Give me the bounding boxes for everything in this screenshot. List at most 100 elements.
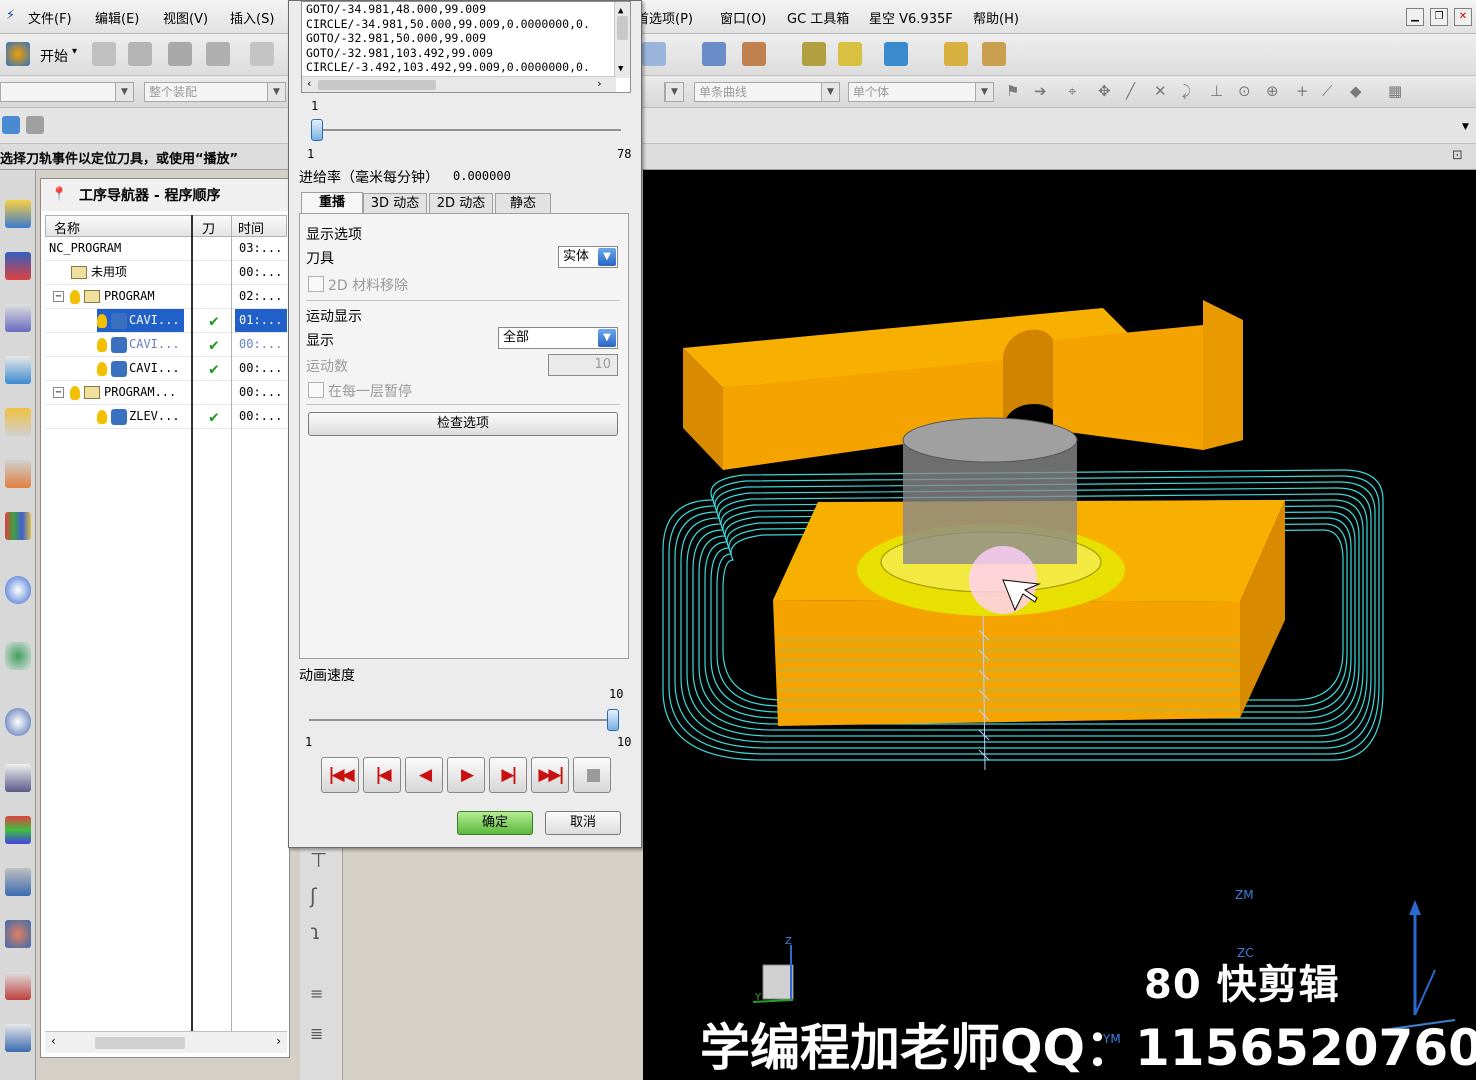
cl-vscrollbar[interactable]: ▲ ▼ — [614, 2, 630, 78]
stop-button[interactable]: ■ — [573, 757, 611, 793]
tool-axis-icon[interactable]: ⊤ — [310, 848, 327, 872]
constraint-navigator-icon[interactable] — [5, 252, 31, 280]
cl-source-list[interactable]: GOTO/-34.981,48.000,99.009 CIRCLE/-34.98… — [301, 1, 631, 93]
pause-each-layer-checkbox[interactable] — [308, 382, 324, 398]
speed-slider-thumb[interactable] — [607, 709, 619, 731]
fast-forward-button[interactable]: ▶▶| — [531, 757, 569, 793]
layer-list-icon[interactable]: ≡ — [310, 984, 323, 1003]
process-studio-icon[interactable] — [5, 816, 31, 844]
nav-row-unused[interactable]: 未用项 00:... — [45, 261, 287, 285]
app-menu-icon[interactable]: ⚡ — [6, 8, 15, 23]
scroll-right-icon[interactable]: › — [596, 77, 603, 92]
motion-count-field[interactable]: 10 — [548, 354, 618, 376]
nav-row-cavity-2[interactable]: CAVI... ✔ 00:... — [45, 333, 287, 357]
layer-icon[interactable] — [26, 116, 44, 134]
new-file-icon[interactable] — [92, 42, 116, 66]
navigator-icon[interactable] — [702, 42, 726, 66]
operation-navigator-icon[interactable] — [5, 356, 31, 384]
replay-path-icon[interactable] — [838, 42, 862, 66]
tool-display-dropdown[interactable]: 实体 ▼ — [558, 246, 618, 268]
save-icon[interactable] — [168, 42, 192, 66]
reuse-library-icon[interactable] — [5, 512, 31, 540]
collapse-icon[interactable]: − — [53, 387, 64, 398]
menu-xingkong[interactable]: 星空 V6.935F — [869, 8, 953, 27]
view-cube[interactable] — [762, 964, 794, 1000]
verify-path-icon[interactable] — [884, 42, 908, 66]
cl-hscrollbar[interactable]: ‹ › — [302, 76, 616, 92]
speed-slider-track[interactable] — [309, 719, 619, 721]
event-slider-thumb[interactable] — [311, 119, 323, 141]
scroll-right-icon[interactable]: › — [276, 1034, 281, 1048]
motion-display-dropdown[interactable]: 全部 ▼ — [498, 327, 618, 349]
roles-icon[interactable] — [5, 920, 31, 948]
menu-gc-toolbox[interactable]: GC 工具箱 — [787, 8, 849, 27]
arc-icon[interactable]: ɿ — [310, 920, 321, 944]
sheet-metal-icon[interactable] — [5, 1024, 31, 1052]
snap-quadrant-icon[interactable]: ⊕ — [1266, 82, 1279, 100]
column-tool[interactable]: 刀 — [202, 218, 215, 237]
column-name[interactable]: 名称 — [54, 218, 80, 237]
start-icon[interactable] — [6, 42, 30, 66]
wcs-icon[interactable] — [742, 42, 766, 66]
graphics-window[interactable]: ZM ZC YM Z Y — [643, 170, 1476, 1080]
menu-help[interactable]: 帮助(H) — [973, 8, 1019, 27]
cube-icon[interactable] — [2, 116, 20, 134]
snap-endpoint-icon[interactable]: ⌖ — [1068, 82, 1076, 100]
arrow-right-icon[interactable]: ➔ — [1034, 82, 1047, 100]
measure-icon[interactable] — [944, 42, 968, 66]
cl-line[interactable]: CIRCLE/-3.492,103.492,99.009,0.0000000,0… — [306, 60, 630, 75]
minimize-button[interactable]: ▁ — [1406, 8, 1424, 26]
scroll-left-icon[interactable]: ‹ — [51, 1034, 56, 1048]
tab-2d-dynamic[interactable]: 2D 动态 — [429, 193, 493, 214]
tab-3d-dynamic[interactable]: 3D 动态 — [363, 193, 427, 214]
event-slider-track[interactable] — [311, 129, 621, 131]
snap-face-icon[interactable]: ◆ — [1350, 82, 1362, 100]
snap-perpendicular-icon[interactable]: ⊥ — [1210, 82, 1223, 100]
collapse-icon[interactable]: − — [53, 291, 64, 302]
menu-window[interactable]: 窗口(O) — [720, 8, 766, 27]
type-filter-dropdown[interactable]: ▼ — [0, 82, 134, 102]
manufacturing-wizards-icon[interactable] — [5, 868, 31, 896]
system-materials-icon[interactable] — [5, 764, 31, 792]
web-browser-icon[interactable] — [5, 642, 31, 670]
snap-point-icon[interactable]: + — [1296, 82, 1309, 100]
menu-view[interactable]: 视图(V) — [163, 8, 208, 27]
hd3d-tools-icon[interactable] — [5, 576, 31, 604]
snap-midpoint-icon[interactable]: ✥ — [1098, 82, 1111, 100]
assembly-filter-dropdown[interactable]: 整个装配 ▼ — [144, 82, 286, 102]
analysis-icon[interactable] — [982, 42, 1006, 66]
cancel-button[interactable]: 取消 — [545, 811, 621, 835]
snap-on-curve-icon[interactable]: ⟋ — [1322, 82, 1333, 100]
print-icon[interactable] — [206, 42, 230, 66]
nav-row-zlevel[interactable]: ZLEV... ✔ 00:... — [45, 405, 287, 429]
pin-icon[interactable]: 📍 — [51, 187, 67, 202]
toolbar-overflow-icon[interactable]: ▼ — [1462, 122, 1469, 132]
ok-button[interactable]: 确定 — [457, 811, 533, 835]
nav-row-program-2[interactable]: − PROGRAM... 00:... — [45, 381, 287, 405]
grid-icon[interactable]: ▦ — [1388, 82, 1402, 100]
machining-feature-icon[interactable] — [5, 460, 31, 488]
snap-tangent-icon[interactable]: ⤸ — [1182, 82, 1191, 100]
system-scene-icon[interactable] — [5, 972, 31, 1000]
tab-replay[interactable]: 重播 — [301, 192, 363, 214]
play-backward-button[interactable]: ◀ — [405, 757, 443, 793]
play-forward-button[interactable]: ▶ — [447, 757, 485, 793]
cl-line[interactable]: GOTO/-32.981,103.492,99.009 — [306, 46, 630, 61]
close-button[interactable]: ✕ — [1454, 8, 1472, 26]
menu-file[interactable]: 文件(F) — [28, 8, 72, 27]
nav-row-cavity-1[interactable]: CAVI... ✔ 01:... — [45, 309, 287, 333]
start-button[interactable]: 开始 — [40, 46, 68, 66]
nav-row-nc-program[interactable]: NC_PROGRAM 03:... — [45, 237, 287, 261]
cl-line[interactable]: CIRCLE/-34.981,50.000,99.009,0.0000000,0… — [306, 17, 630, 32]
snap-line-icon[interactable]: ╱ — [1126, 82, 1135, 100]
nav-row-program[interactable]: − PROGRAM 02:... — [45, 285, 287, 309]
nav-row-cavity-3[interactable]: CAVI... ✔ 00:... — [45, 357, 287, 381]
scroll-thumb[interactable] — [617, 16, 628, 40]
material-removal-2d-checkbox[interactable] — [308, 276, 324, 292]
restore-button[interactable]: ❐ — [1430, 8, 1448, 26]
snap-center-icon[interactable]: ⊙ — [1238, 82, 1251, 100]
body-rule-dropdown[interactable]: 单个体 ▼ — [848, 82, 994, 102]
snap-control-icon[interactable]: ✕ — [1154, 82, 1167, 100]
snap-dropdown[interactable]: ▼ — [664, 82, 684, 102]
layer-list-icon-2[interactable]: ≣ — [310, 1024, 323, 1043]
